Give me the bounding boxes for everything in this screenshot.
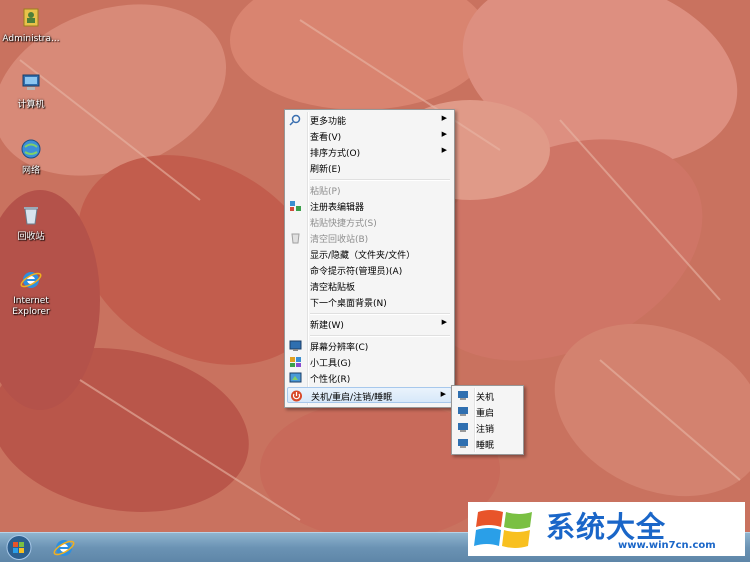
menu-item-refresh[interactable]: 刷新(E) [287,160,452,176]
menu-item-label: 下一个桌面背景(N) [310,299,387,309]
desktop-context-menu: 更多功能 ▶ 查看(V) ▶ 排序方式(O) ▶ 刷新(E) 粘贴(P) 注册表… [284,109,455,408]
menu-item-label: 排序方式(O) [310,149,361,159]
desktop-icon-label: 计算机 [17,100,45,110]
submenu-arrow-icon: ▶ [441,130,447,138]
computer-icon [458,391,468,400]
menu-item-clear-clipboard[interactable]: 清空粘贴板 [287,278,452,294]
computer-icon [458,439,468,448]
computer-icon [22,74,40,90]
power-submenu: 关机 重启 注销 睡眠 [451,385,524,455]
menu-item-screen-resolution[interactable]: 屏幕分辨率(C) [287,338,452,354]
submenu-arrow-icon: ▶ [441,114,447,122]
menu-item-label: 粘贴(P) [310,187,341,197]
menu-item-next-background[interactable]: 下一个桌面背景(N) [287,294,452,310]
watermark-url: www.win7cn.com [618,540,716,551]
gadgets-icon [290,357,301,367]
user-folder-icon [23,8,39,27]
menu-item-empty-recycle-bin[interactable]: 清空回收站(B) [287,230,452,246]
menu-item-label: 清空回收站(B) [310,235,369,245]
personalize-icon [289,372,302,383]
submenu-item-sleep[interactable]: 睡眠 [454,436,521,452]
submenu-arrow-icon: ▶ [441,318,447,326]
menu-item-personalize[interactable]: 个性化(R) [287,370,452,386]
desktop-icon-label: 网络 [21,166,40,176]
menu-item-label: 个性化(R) [310,375,351,385]
submenu-arrow-icon: ▶ [441,146,447,154]
start-button[interactable] [4,534,34,561]
desktop-icon-computer[interactable]: 计算机 [0,72,62,111]
network-icon [21,139,41,159]
computer-icon [458,423,468,432]
submenu-item-label: 关机 [476,393,495,403]
menu-item-label: 显示/隐藏（文件夹/文件） [310,251,416,261]
desktop-icon-network[interactable]: 网络 [0,138,62,177]
windows-flag-icon [474,510,532,548]
menu-item-view[interactable]: 查看(V) ▶ [287,128,452,144]
menu-item-label: 查看(V) [310,133,342,143]
menu-separator [310,335,450,337]
submenu-item-shutdown[interactable]: 关机 [454,388,521,404]
desktop-icon-internet-explorer[interactable]: Internet Explorer [0,268,62,318]
menu-item-registry-editor[interactable]: 注册表编辑器 [287,198,452,214]
search-icon [289,114,301,126]
menu-item-label: 更多功能 [310,117,347,127]
submenu-item-label: 重启 [476,409,495,419]
desktop-icon-label-line2: Explorer [12,307,50,317]
desktop-icon-label: Administra... [2,34,60,44]
computer-icon [458,407,468,416]
menu-item-label: 命令提示符(管理员)(A) [310,267,403,277]
menu-item-paste-shortcut[interactable]: 粘贴快捷方式(S) [287,214,452,230]
menu-separator [310,179,450,181]
recycle-bin-icon [24,207,38,225]
menu-item-paste[interactable]: 粘贴(P) [287,182,452,198]
submenu-item-label: 睡眠 [476,441,495,451]
recycle-bin-icon [291,233,300,244]
desktop-icon-label-line1: Internet [13,296,49,306]
menu-item-label: 刷新(E) [310,165,341,175]
menu-item-label: 清空粘贴板 [310,283,356,293]
submenu-item-label: 注销 [476,425,495,435]
submenu-item-logoff[interactable]: 注销 [454,420,521,436]
internet-explorer-icon [20,272,42,288]
menu-item-sort-by[interactable]: 排序方式(O) ▶ [287,144,452,160]
power-icon [291,390,302,402]
menu-item-command-prompt-admin[interactable]: 命令提示符(管理员)(A) [287,262,452,278]
menu-item-new[interactable]: 新建(W) ▶ [287,316,452,332]
menu-item-label: 注册表编辑器 [310,203,365,213]
menu-item-more-features[interactable]: 更多功能 ▶ [287,112,452,128]
menu-item-gadgets[interactable]: 小工具(G) [287,354,452,370]
desktop-icon-label: 回收站 [17,232,45,242]
menu-separator [310,313,450,315]
watermark-logo: 系统大全 www.win7cn.com [468,502,745,556]
submenu-arrow-icon: ▶ [440,390,446,398]
menu-item-label: 小工具(G) [310,359,351,369]
desktop-icon-administrator[interactable]: Administra... [0,6,62,45]
taskbar-internet-explorer-icon[interactable] [52,536,76,559]
submenu-item-restart[interactable]: 重启 [454,404,521,420]
desktop-icon-recycle-bin[interactable]: 回收站 [0,204,62,243]
registry-icon [290,201,301,211]
menu-item-label: 屏幕分辨率(C) [310,343,369,353]
display-icon [289,340,302,351]
menu-item-label: 关机/重启/注销/睡眠 [311,393,393,403]
menu-item-show-hide-files[interactable]: 显示/隐藏（文件夹/文件） [287,246,452,262]
menu-item-label: 新建(W) [310,321,344,331]
menu-item-label: 粘贴快捷方式(S) [310,219,377,229]
menu-item-power-options[interactable]: 关机/重启/注销/睡眠 ▶ [287,387,452,403]
